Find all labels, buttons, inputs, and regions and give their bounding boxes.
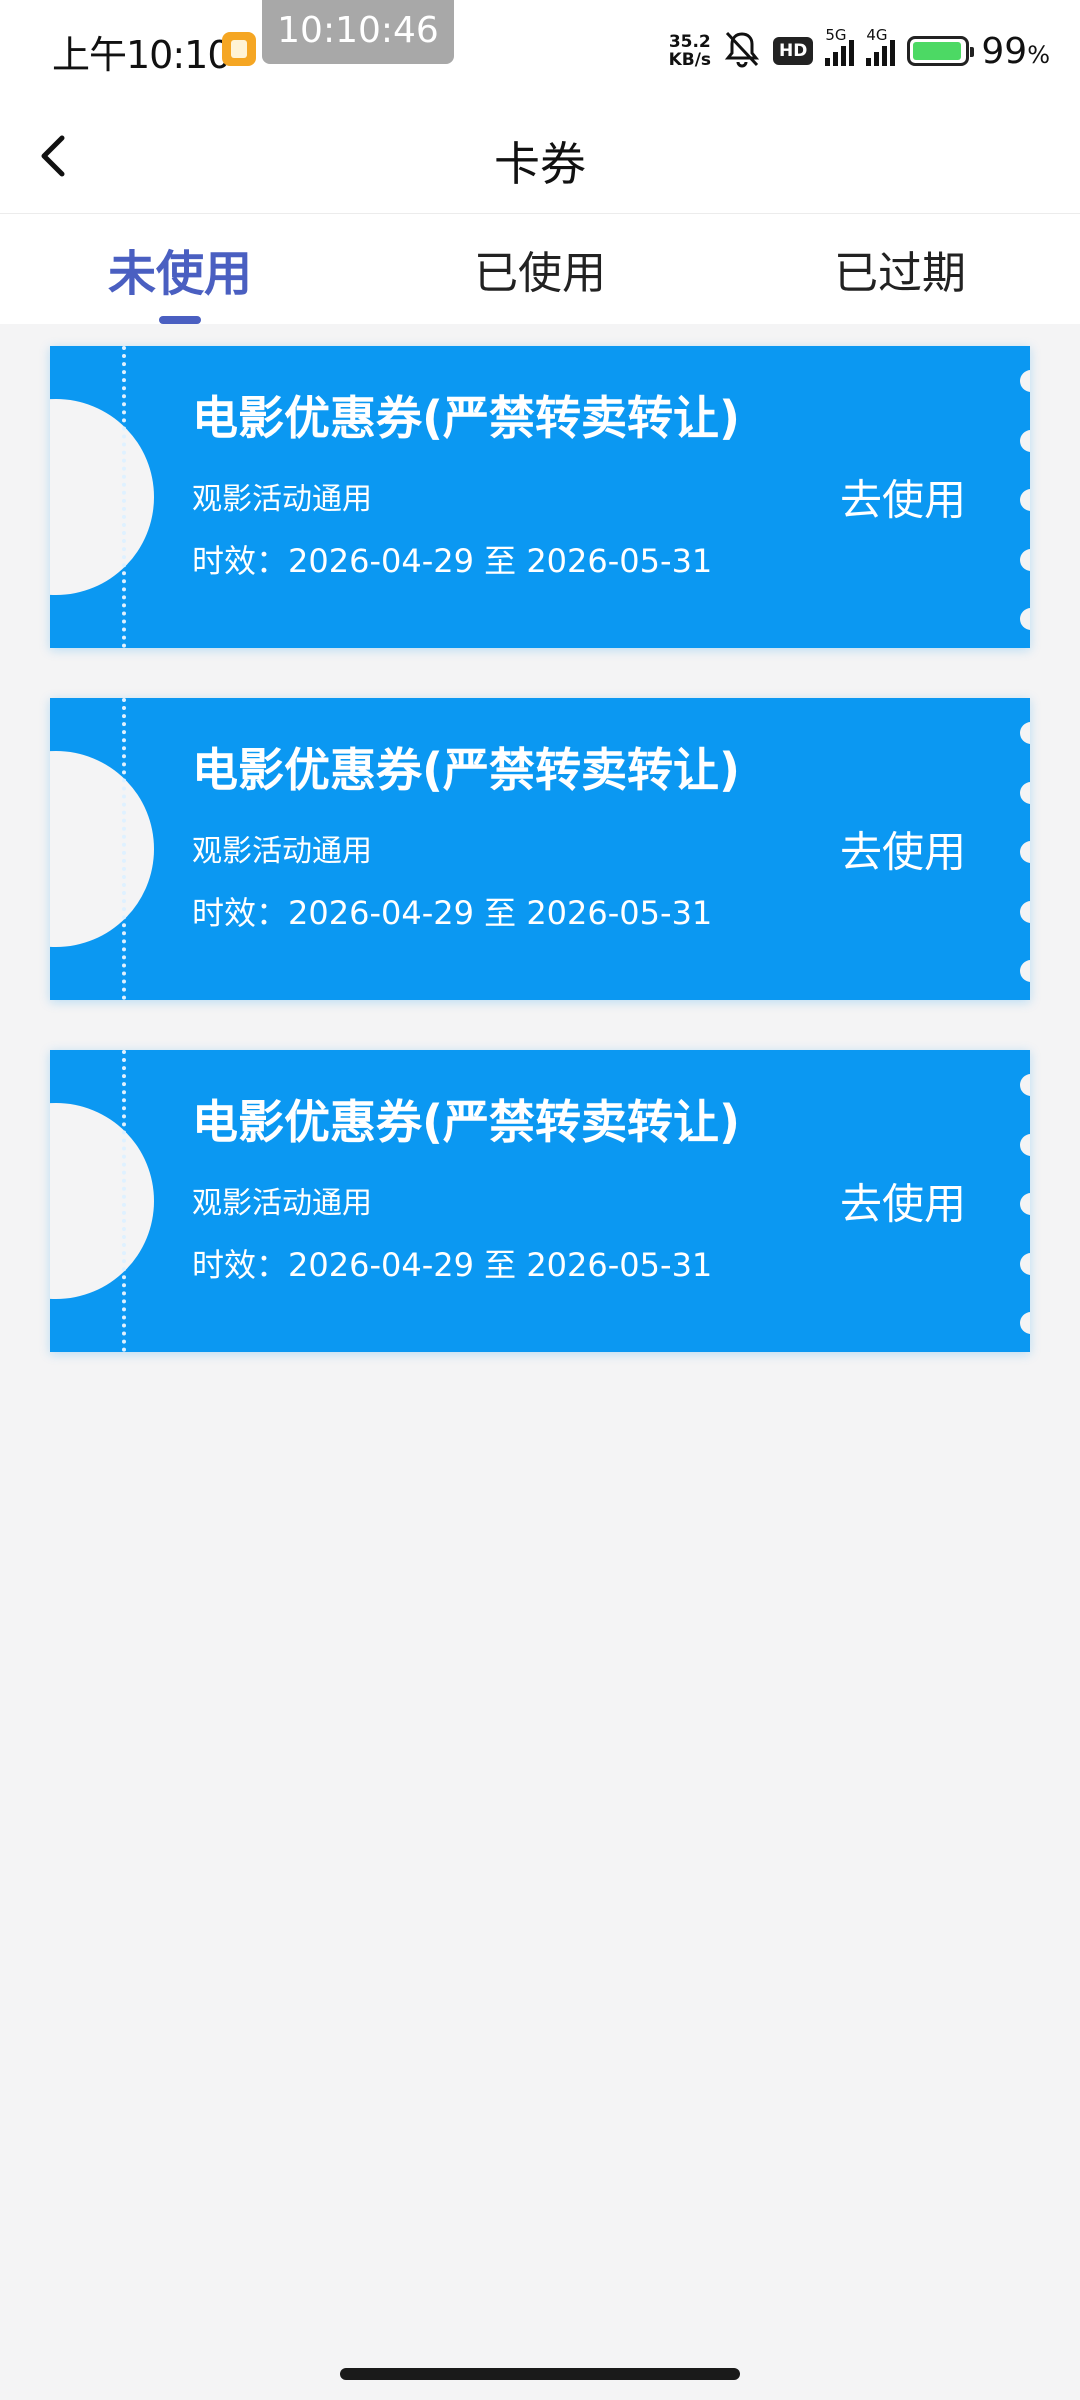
home-indicator[interactable]: [340, 2368, 740, 2380]
tab-expired-label: 已过期: [834, 248, 966, 299]
tab-used[interactable]: 已使用: [360, 214, 720, 324]
signal-4g-label: 4G: [866, 26, 888, 44]
tab-bar: 未使用 已使用 已过期: [0, 214, 1080, 324]
orange-app-icon: [222, 32, 256, 66]
use-coupon-button[interactable]: 去使用: [840, 819, 966, 880]
nav-header: 卡券: [0, 100, 1080, 214]
page-title: 卡券: [494, 137, 586, 191]
coupon-divider: [122, 698, 126, 1000]
battery-percent: 99%: [981, 30, 1050, 72]
status-time: 上午10:10: [52, 33, 232, 77]
hd-badge: HD: [773, 37, 814, 65]
coupon-description: 观影活动通用: [192, 1186, 372, 1221]
coupon-divider: [122, 1050, 126, 1352]
coupon-notch: [50, 399, 154, 595]
tab-unused[interactable]: 未使用: [0, 214, 360, 324]
coupon-card[interactable]: 电影优惠券(严禁转卖转让) 观影活动通用 时效：2026-04-29 至 202…: [50, 346, 1030, 648]
coupon-scallop-edge: [1020, 1074, 1030, 1334]
network-speed: 35.2 KB/s: [669, 33, 711, 69]
coupon-notch: [50, 1103, 154, 1299]
coupon-notch: [50, 751, 154, 947]
active-tab-indicator: [159, 316, 201, 324]
coupon-description: 观影活动通用: [192, 834, 372, 869]
bell-off-icon: [723, 29, 761, 73]
tab-unused-label: 未使用: [107, 246, 252, 302]
coupon-validity: 时效：2026-04-29 至 2026-05-31: [192, 894, 713, 932]
coupon-title: 电影优惠券(严禁转卖转让): [192, 1095, 741, 1149]
clock-overlay: 10:10:46: [262, 0, 454, 64]
coupon-title: 电影优惠券(严禁转卖转让): [192, 743, 741, 797]
coupon-description: 观影活动通用: [192, 482, 372, 517]
use-coupon-button[interactable]: 去使用: [840, 1171, 966, 1232]
coupon-validity: 时效：2026-04-29 至 2026-05-31: [192, 542, 713, 580]
tab-expired[interactable]: 已过期: [720, 214, 1080, 324]
network-speed-unit: KB/s: [668, 50, 712, 70]
status-bar: 上午10:10 10:10:46 35.2 KB/s HD 5G 4G 99%: [0, 0, 1080, 100]
network-speed-value: 35.2: [668, 32, 711, 52]
signal-5g-label: 5G: [825, 26, 847, 44]
coupon-scallop-edge: [1020, 722, 1030, 982]
coupon-card[interactable]: 电影优惠券(严禁转卖转让) 观影活动通用 时效：2026-04-29 至 202…: [50, 1050, 1030, 1352]
signal-5g-icon: 5G: [825, 26, 855, 66]
coupon-scallop-edge: [1020, 370, 1030, 630]
signal-4g-icon: 4G: [866, 26, 896, 66]
coupon-validity: 时效：2026-04-29 至 2026-05-31: [192, 1246, 713, 1284]
coupon-title: 电影优惠券(严禁转卖转让): [192, 391, 741, 445]
coupon-divider: [122, 346, 126, 648]
use-coupon-button[interactable]: 去使用: [840, 467, 966, 528]
status-icons: 35.2 KB/s HD 5G 4G 99%: [669, 26, 1050, 74]
tab-used-label: 已使用: [474, 248, 606, 299]
coupon-card[interactable]: 电影优惠券(严禁转卖转让) 观影活动通用 时效：2026-04-29 至 202…: [50, 698, 1030, 1000]
battery-icon: [907, 36, 975, 66]
